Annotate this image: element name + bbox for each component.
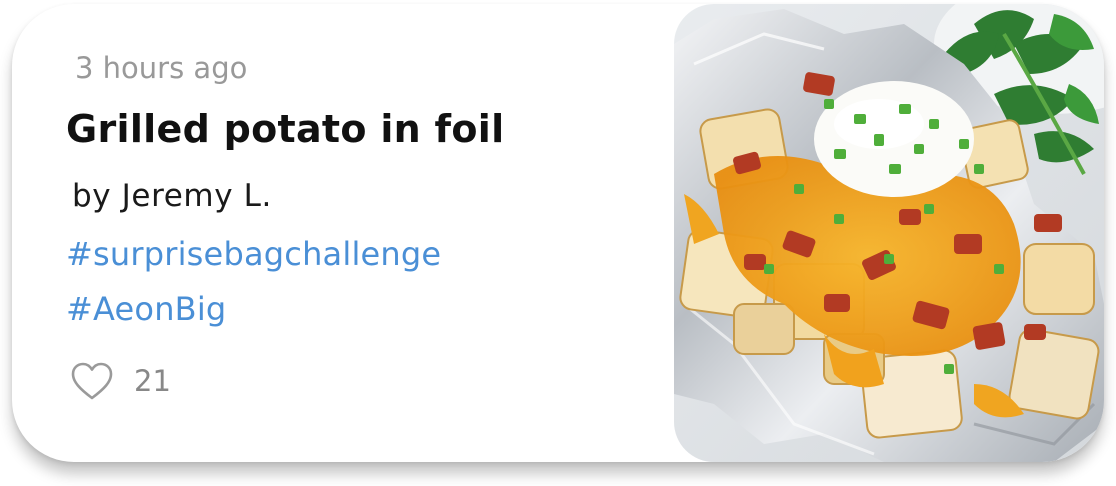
post-title[interactable]: Grilled potato in foil	[66, 104, 504, 154]
heart-outline-icon[interactable]	[70, 361, 114, 401]
recipe-photo[interactable]	[674, 4, 1104, 462]
hashtag-link[interactable]: #surprisebagchallenge	[66, 232, 441, 276]
post-content: 3 hours ago Grilled potato in foil by Je…	[12, 4, 672, 462]
post-card[interactable]: 3 hours ago Grilled potato in foil by Je…	[12, 4, 1104, 462]
like-control[interactable]: 21	[70, 358, 171, 404]
post-author[interactable]: by Jeremy L.	[72, 174, 272, 218]
post-timestamp: 3 hours ago	[75, 51, 248, 85]
like-count: 21	[134, 364, 171, 398]
food-image	[674, 4, 1104, 462]
hashtag-link[interactable]: #AeonBig	[66, 287, 226, 331]
